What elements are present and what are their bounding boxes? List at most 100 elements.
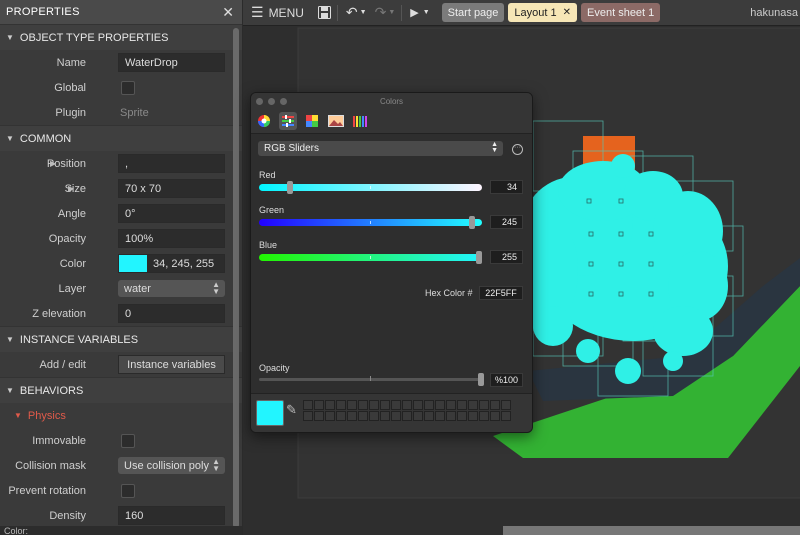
opacity-field[interactable]: 100% <box>118 229 225 248</box>
prevent-rotation-checkbox[interactable] <box>121 483 135 498</box>
swatch-cell[interactable] <box>402 411 412 421</box>
blue-value-field[interactable]: 255 <box>490 250 523 264</box>
swatch-cell[interactable] <box>314 400 324 410</box>
swatch-cell[interactable] <box>457 400 467 410</box>
slider-mode-select[interactable]: RGB Sliders ▲ ▼ <box>258 141 503 156</box>
color-swatch[interactable] <box>119 255 147 272</box>
instance-variables-button[interactable]: Instance variables <box>118 355 225 374</box>
green-slider[interactable] <box>259 216 482 229</box>
swatch-cell[interactable] <box>479 411 489 421</box>
tab-event-sheet-1[interactable]: Event sheet 1 <box>581 3 661 22</box>
expand-triangle-icon[interactable]: ▶ <box>68 184 74 193</box>
colors-titlebar[interactable]: Colors <box>251 93 532 109</box>
section-common[interactable]: ▼ COMMON <box>0 125 242 151</box>
swatch-cell[interactable] <box>490 411 500 421</box>
section-behaviors[interactable]: ▼ BEHAVIORS <box>0 377 242 403</box>
swatch-cell[interactable] <box>380 411 390 421</box>
swatch-cell[interactable] <box>435 400 445 410</box>
layer-select[interactable]: water ▲ ▼ <box>118 280 225 297</box>
section-instance-variables[interactable]: ▼ INSTANCE VARIABLES <box>0 326 242 352</box>
section-object-type[interactable]: ▼ OBJECT TYPE PROPERTIES <box>0 24 242 50</box>
swatch-cell[interactable] <box>325 411 335 421</box>
opacity-slider[interactable] <box>259 373 484 386</box>
swatch-cell[interactable] <box>468 411 478 421</box>
green-value-field[interactable]: 245 <box>490 215 523 229</box>
collapse-triangle-icon: ▼ <box>6 134 14 143</box>
blue-slider-thumb[interactable] <box>476 251 482 264</box>
swatch-cell[interactable] <box>358 400 368 410</box>
swatch-cell[interactable] <box>413 411 423 421</box>
swatch-cell[interactable] <box>402 400 412 410</box>
green-slider-thumb[interactable] <box>469 216 475 229</box>
angle-field[interactable]: 0° <box>118 204 225 223</box>
close-icon[interactable]: ✕ <box>563 7 571 18</box>
red-slider[interactable] <box>259 181 482 194</box>
color-sliders-tool[interactable] <box>279 112 297 130</box>
swatch-cell[interactable] <box>490 400 500 410</box>
tab-start-page[interactable]: Start page <box>441 3 505 22</box>
close-icon[interactable]: ✕ <box>222 4 234 21</box>
tab-layout-1[interactable]: Layout 1 ✕ <box>508 3 578 22</box>
opacity-slider-thumb[interactable] <box>478 373 484 386</box>
undo-button[interactable]: ↶ ▼ <box>346 4 367 21</box>
density-field[interactable]: 160 <box>118 506 225 525</box>
red-slider-thumb[interactable] <box>287 181 293 194</box>
color-field[interactable]: 34, 245, 255 <box>118 254 225 273</box>
behavior-physics[interactable]: ▼ Physics <box>0 403 242 428</box>
swatch-cell[interactable] <box>325 400 335 410</box>
color-wheel-tool[interactable] <box>255 112 273 130</box>
opacity-value-field[interactable]: %100 <box>490 373 523 387</box>
swatch-cell[interactable] <box>446 411 456 421</box>
swatch-cell[interactable] <box>468 400 478 410</box>
hex-color-field[interactable]: 22F5FF <box>479 286 523 300</box>
swatch-cell[interactable] <box>336 400 346 410</box>
menu-button[interactable]: ☰ MENU <box>251 4 304 21</box>
swatch-cell[interactable] <box>391 411 401 421</box>
username[interactable]: hakunasa <box>750 7 800 19</box>
swatch-cell[interactable] <box>424 400 434 410</box>
swatch-cell[interactable] <box>314 411 324 421</box>
swatch-cell[interactable] <box>347 411 357 421</box>
current-color-swatch[interactable] <box>256 400 284 426</box>
swatch-cell[interactable] <box>424 411 434 421</box>
size-field[interactable]: 70 x 70 <box>118 179 225 198</box>
swatch-cell[interactable] <box>457 411 467 421</box>
color-palettes-tool[interactable] <box>303 112 321 130</box>
eyedropper-icon[interactable]: ✎ <box>286 402 297 418</box>
swatch-cell[interactable] <box>391 400 401 410</box>
name-field[interactable]: WaterDrop <box>118 53 225 72</box>
swatch-cell[interactable] <box>501 411 511 421</box>
global-checkbox[interactable] <box>121 80 135 95</box>
swatch-cell[interactable] <box>336 411 346 421</box>
position-field[interactable]: , <box>118 154 225 173</box>
preview-button[interactable]: ▶ ▼ <box>410 6 429 19</box>
horizontal-scrollbar[interactable] <box>503 526 800 535</box>
more-options-icon[interactable]: ··· <box>512 144 523 155</box>
immovable-checkbox[interactable] <box>121 433 135 448</box>
swatch-cell[interactable] <box>369 411 379 421</box>
swatch-cell[interactable] <box>501 400 511 410</box>
swatch-cell[interactable] <box>303 400 313 410</box>
blue-slider[interactable] <box>259 251 482 264</box>
redo-button[interactable]: ↷ ▼ <box>375 4 396 21</box>
swatch-cell[interactable] <box>303 411 313 421</box>
swatch-cell[interactable] <box>435 411 445 421</box>
swatch-cell[interactable] <box>413 400 423 410</box>
swatch-cell[interactable] <box>358 411 368 421</box>
properties-footer: Color: <box>0 526 242 535</box>
collision-select[interactable]: Use collision poly ▲ ▼ <box>118 457 225 474</box>
save-button[interactable] <box>317 6 331 19</box>
swatch-cell[interactable] <box>380 400 390 410</box>
swatch-cell[interactable] <box>347 400 357 410</box>
swatch-cell[interactable] <box>479 400 489 410</box>
chevron-down-icon: ▼ <box>359 9 367 16</box>
swatch-cell[interactable] <box>369 400 379 410</box>
red-value-field[interactable]: 34 <box>490 180 523 194</box>
properties-scrollbar[interactable] <box>233 28 239 528</box>
zelevation-field[interactable]: 0 <box>118 304 225 323</box>
layer-label: Layer <box>58 282 86 295</box>
expand-triangle-icon[interactable]: ▶ <box>50 159 56 168</box>
pencils-tool[interactable] <box>351 112 369 130</box>
swatch-cell[interactable] <box>446 400 456 410</box>
image-palettes-tool[interactable] <box>327 112 345 130</box>
